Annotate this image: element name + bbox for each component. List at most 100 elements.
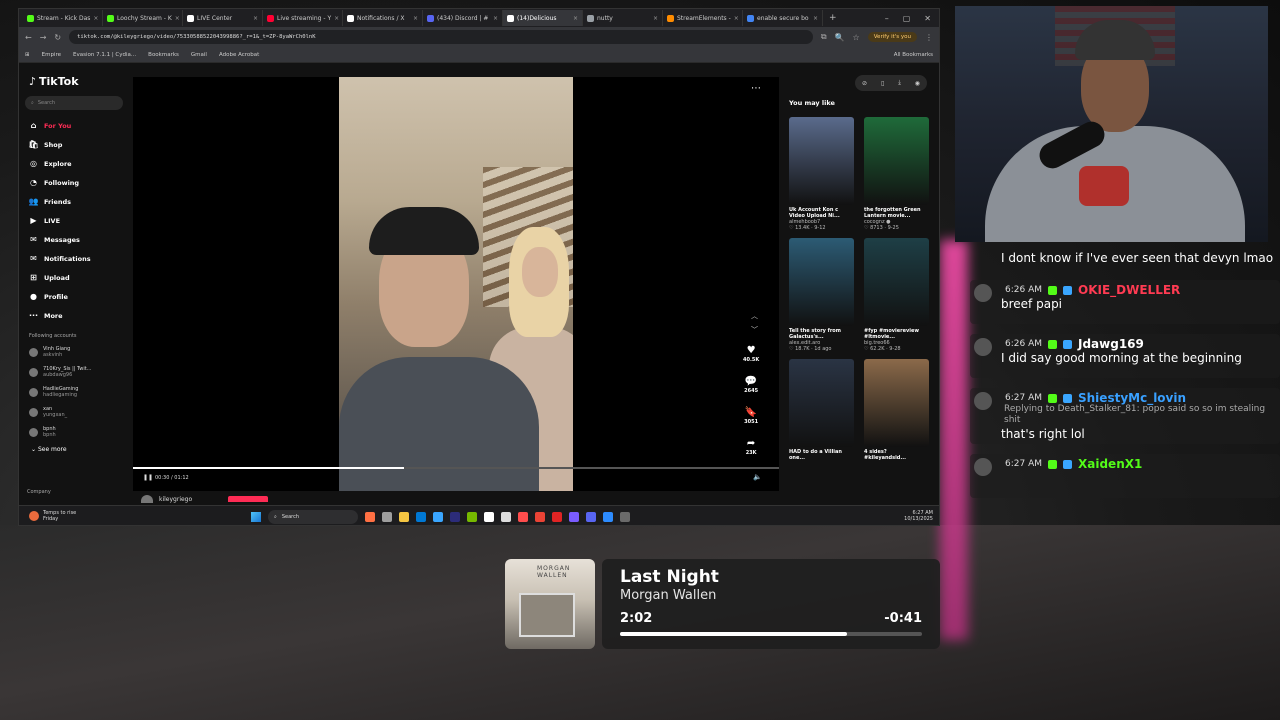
close-icon[interactable]: × bbox=[493, 15, 498, 22]
tiktok-menu-item[interactable]: 🛍 Shop bbox=[25, 135, 123, 154]
tiktok-menu-item[interactable]: ◔ Following bbox=[25, 173, 123, 192]
browser-tab[interactable]: Loochy Stream - K × bbox=[103, 10, 183, 26]
tiktok-search-input[interactable]: ⌕ Search bbox=[25, 96, 123, 110]
recommended-video-card[interactable]: HAD to do a Villian one... bbox=[789, 359, 854, 461]
star-icon[interactable]: ☆ bbox=[853, 33, 860, 42]
taskbar-app-icon[interactable] bbox=[365, 512, 375, 522]
chat-username[interactable]: XaidenX1 bbox=[1078, 457, 1142, 471]
coin-icon[interactable]: ⊘ bbox=[862, 80, 867, 87]
profile-avatar-icon[interactable]: ◉ bbox=[915, 80, 920, 87]
following-account[interactable]: xan yungxan_ bbox=[25, 402, 123, 422]
video-action-button[interactable]: 💬 2645 bbox=[744, 376, 758, 404]
following-account[interactable]: Vinh Giang askvinh bbox=[25, 342, 123, 362]
apps-grid-icon[interactable]: ⊞ bbox=[25, 52, 30, 58]
close-window-icon[interactable]: ✕ bbox=[924, 14, 931, 23]
chat-username[interactable]: Jdawg169 bbox=[1078, 337, 1144, 351]
following-account[interactable]: bpnh bpnh bbox=[25, 422, 123, 442]
browser-tab[interactable]: enable secure bo × bbox=[743, 10, 823, 26]
taskbar-app-icon[interactable] bbox=[433, 512, 443, 522]
chevron-down-icon[interactable]: ﹀ bbox=[751, 326, 758, 334]
tiktok-menu-item[interactable]: ◎ Explore bbox=[25, 154, 123, 173]
tiktok-menu-item[interactable]: ··· More bbox=[25, 306, 123, 325]
browser-tab[interactable]: Stream - Kick Das × bbox=[23, 10, 103, 26]
taskbar-app-icon[interactable] bbox=[518, 512, 528, 522]
bookmark-item[interactable]: Empire bbox=[42, 52, 61, 58]
tiktok-menu-item[interactable]: ✉ Messages bbox=[25, 230, 123, 249]
taskbar-app-icon[interactable] bbox=[484, 512, 494, 522]
company-link[interactable]: Company bbox=[27, 489, 51, 495]
new-tab-icon[interactable]: + bbox=[823, 13, 843, 23]
taskbar-clock[interactable]: 6:27 AM 10/13/2025 bbox=[904, 510, 933, 522]
recommended-video-card[interactable]: 4 sides? #kileyandsid... bbox=[864, 359, 929, 461]
taskbar-app-icon[interactable] bbox=[467, 512, 477, 522]
download-icon[interactable]: ⤓ bbox=[898, 79, 901, 87]
recommended-video-card[interactable]: #fyp #moviereview #ltmovie... big.treo66 ♡… bbox=[864, 238, 929, 355]
zoom-icon[interactable]: 🔍 bbox=[835, 33, 845, 42]
url-field[interactable]: tiktok.com/@kileygriego/video/7533058852… bbox=[69, 30, 813, 44]
taskbar-app-icon[interactable] bbox=[569, 512, 579, 522]
video-action-button[interactable]: ➦ 23K bbox=[746, 438, 757, 466]
recommended-video-card[interactable]: the forgotten Green Lantern movie... coco… bbox=[864, 117, 929, 234]
chevron-up-icon[interactable]: ︿ bbox=[751, 312, 758, 320]
weather-widget[interactable]: Temps to rise Friday bbox=[29, 510, 76, 522]
recommended-video-card[interactable]: Tell the story from Galactus's... alex.ed… bbox=[789, 238, 854, 355]
bookmark-item[interactable]: Evasion 7.1.1 | Cydia... bbox=[73, 52, 136, 58]
see-more-button[interactable]: ⌄ See more bbox=[31, 446, 123, 453]
taskbar-app-icon[interactable] bbox=[603, 512, 613, 522]
taskbar-search[interactable]: ⌕ Search bbox=[268, 510, 358, 524]
tiktok-menu-item[interactable]: ⊞ Upload bbox=[25, 268, 123, 287]
tiktok-logo[interactable]: ♪ TikTok bbox=[29, 75, 123, 88]
close-icon[interactable]: × bbox=[175, 15, 180, 22]
back-icon[interactable]: ← bbox=[25, 33, 32, 42]
close-icon[interactable]: × bbox=[573, 15, 578, 22]
all-bookmarks[interactable]: All Bookmarks bbox=[894, 52, 933, 58]
chat-username[interactable]: OKIE_DWELLER bbox=[1078, 283, 1180, 297]
close-icon[interactable]: × bbox=[413, 15, 418, 22]
close-icon[interactable]: × bbox=[93, 15, 98, 22]
chat-username[interactable]: ShiestyMc_lovin bbox=[1078, 391, 1186, 405]
taskbar-app-icon[interactable] bbox=[535, 512, 545, 522]
browser-tab[interactable]: StreamElements - × bbox=[663, 10, 743, 26]
volume-icon[interactable]: 🔈 bbox=[753, 473, 762, 481]
windows-start-icon[interactable] bbox=[251, 512, 261, 522]
video-author[interactable]: kileygriego bbox=[141, 495, 269, 503]
browser-tab[interactable]: Live streaming - Y × bbox=[263, 10, 343, 26]
verify-button[interactable]: Verify it's you bbox=[867, 32, 917, 42]
forward-icon[interactable]: → bbox=[40, 33, 47, 42]
browser-tab[interactable]: (14)Delicious × bbox=[503, 10, 583, 26]
tiktok-menu-item[interactable]: ✉ Notifications bbox=[25, 249, 123, 268]
taskbar-app-icon[interactable] bbox=[416, 512, 426, 522]
close-icon[interactable]: × bbox=[334, 15, 339, 22]
bookmark-item[interactable]: Bookmarks bbox=[148, 52, 179, 58]
following-account[interactable]: 710Kry_Sis || Twit... aubdawg96 bbox=[25, 362, 123, 382]
close-icon[interactable]: × bbox=[653, 15, 658, 22]
video-action-button[interactable]: 🔖 3051 bbox=[744, 407, 758, 435]
taskbar-app-icon[interactable] bbox=[586, 512, 596, 522]
minimize-icon[interactable]: – bbox=[885, 14, 889, 23]
maximize-icon[interactable]: ▢ bbox=[903, 14, 911, 23]
bookmark-item[interactable]: Adobe Acrobat bbox=[219, 52, 259, 58]
bookmark-item[interactable]: Gmail bbox=[191, 52, 207, 58]
browser-tab[interactable]: LIVE Center × bbox=[183, 10, 263, 26]
close-icon[interactable]: × bbox=[734, 15, 739, 22]
taskbar-app-icon[interactable] bbox=[501, 512, 511, 522]
video-action-button[interactable]: ♥ 40.5K bbox=[743, 345, 759, 373]
taskbar-app-icon[interactable] bbox=[552, 512, 562, 522]
tiktok-menu-item[interactable]: ⌂ For You bbox=[25, 116, 123, 135]
browser-tab[interactable]: (434) Discord | # × bbox=[423, 10, 503, 26]
tiktok-menu-item[interactable]: ▶ LIVE bbox=[25, 211, 123, 230]
recommended-video-card[interactable]: Uk Account Kon c Video Upload Ni... almeh… bbox=[789, 117, 854, 234]
close-icon[interactable]: × bbox=[813, 15, 818, 22]
close-icon[interactable]: × bbox=[253, 15, 258, 22]
taskbar-app-icon[interactable] bbox=[382, 512, 392, 522]
menu-icon[interactable]: ⋮ bbox=[925, 33, 933, 42]
follow-button[interactable] bbox=[228, 496, 269, 502]
taskbar-app-icon[interactable] bbox=[399, 512, 409, 522]
video-player[interactable]: ⋯ ︿ ﹀ ♥ 40.5K 💬 2645 🔖 3051 ➦ 23K ❚❚ 00:30 / 01:… bbox=[133, 77, 779, 491]
following-account[interactable]: HadlieGaming hadliegaming bbox=[25, 382, 123, 402]
video-progress-bar[interactable] bbox=[133, 467, 779, 469]
phone-icon[interactable]: ▯ bbox=[881, 80, 884, 87]
tiktok-menu-item[interactable]: 👥 Friends bbox=[25, 192, 123, 211]
video-nav-arrows[interactable]: ︿ ﹀ bbox=[751, 309, 758, 337]
extensions-icon[interactable]: ⧉ bbox=[821, 32, 827, 42]
